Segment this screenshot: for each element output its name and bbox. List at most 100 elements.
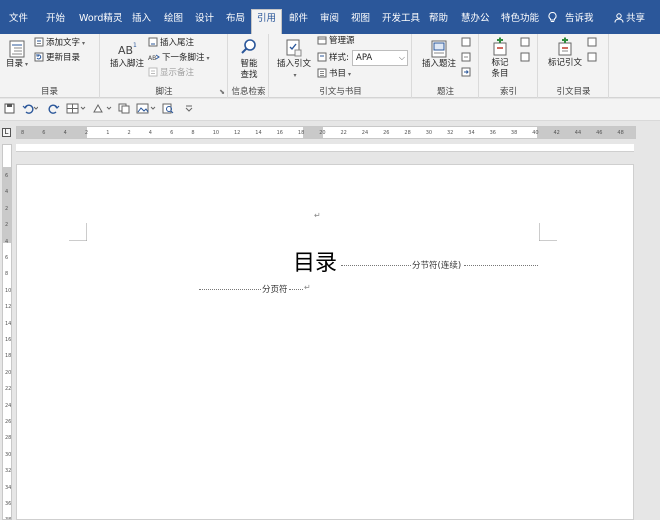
tab-draw[interactable]: 绘图 [159,10,188,30]
bibliography-icon [317,68,327,78]
ruler-tick-label: 12 [5,304,12,311]
tab-mailings[interactable]: 邮件 [284,10,313,30]
insert-caption-button[interactable]: 插入题注 [417,40,461,70]
tab-file[interactable]: 文件 [4,10,33,30]
ruler-tick-label: 30 [425,130,433,136]
smart-lookup-button[interactable]: 智能 查找 [232,38,266,81]
dialog-launcher-icon[interactable]: ⬊ [219,88,225,96]
tab-review[interactable]: 审阅 [315,10,344,30]
ruler-tick-label: 20 [5,369,12,376]
tab-layout[interactable]: 布局 [221,10,250,30]
tab-view[interactable]: 视图 [346,10,375,30]
table-icon [66,103,86,114]
bibliography-button[interactable]: 书目 ▾ [317,67,351,81]
show-notes-button[interactable]: 显示备注 [148,66,194,80]
picture-dropdown-button[interactable] [136,103,156,117]
horizontal-ruler[interactable]: 8 6 4 2 1 2 4 6 8 10 12 14 16 18 20 22 24 26 28 30 32 34 36 38 4… [16,126,636,139]
tab-special-features[interactable]: 特色功能 [496,10,544,30]
update-toc-icon [34,52,44,62]
document-page[interactable]: ↵ 目录 分节符(连续) 分页符 ↵ [16,164,634,520]
toc-heading[interactable]: 目录 [293,245,337,277]
mark-entry-label-line2: 条目 [491,69,509,79]
smart-lookup-label-line1: 智能 [240,59,258,69]
insert-index-button[interactable] [520,36,532,50]
undo-button[interactable] [22,103,38,117]
insert-toa-button[interactable] [587,36,599,50]
update-table-button[interactable] [461,51,473,65]
ruler-tick-label: 48 [617,130,624,136]
vertical-ruler[interactable]: 6422468101214161820222426283032343638 [2,144,12,520]
toc-button-label: 目录 [5,59,23,69]
group-captions: 插入题注 题注 [413,34,479,98]
tab-selector[interactable]: L [2,128,11,137]
insert-toa-icon [587,37,597,47]
ruler-tick-label: 24 [5,402,12,409]
bibliography-label: 书目 [329,69,347,79]
tab-references[interactable]: 引用 [251,9,283,34]
ruler-tick-label: 6 [170,130,174,136]
update-toc-button[interactable]: 更新目录 [34,51,80,65]
paragraph-mark: ↵ [314,211,321,220]
lightbulb-icon [548,11,557,22]
ruler-tick-label: 32 [447,130,454,136]
shape-dropdown-button[interactable] [92,103,112,117]
insert-endnote-button[interactable]: 插入尾注 [148,36,194,50]
next-footnote-button[interactable]: AB 下一条脚注 ▾ [148,51,210,65]
group-label-toc: 目录 [40,87,58,97]
tab-design[interactable]: 设计 [190,10,219,30]
ruler-tick-label: 12 [234,130,241,136]
ruler-tick-label: 16 [5,337,12,343]
ruler-tick-label: 22 [5,386,12,393]
update-toc-label: 更新目录 [46,53,81,63]
redo-icon [48,104,60,114]
tab-help[interactable]: 帮助 [424,10,453,30]
update-toa-button[interactable] [587,51,599,65]
cross-reference-button[interactable] [461,66,473,80]
undo-icon [22,104,38,114]
add-text-icon [34,37,44,47]
tab-developer[interactable]: 开发工具 [377,10,425,30]
manage-sources-button[interactable]: 管理源 [317,34,355,48]
mark-citation-button[interactable]: 标记引文 [543,37,587,69]
group-label-table-of-authorities: 引文目录 [556,87,591,97]
insert-table-of-figures-button[interactable] [461,36,473,50]
tab-word-wizard[interactable]: Word精灵 [74,10,127,30]
ruler-tick-label: 40 [532,130,539,136]
customize-qat-button[interactable] [184,103,194,117]
table-dropdown-button[interactable] [66,103,86,117]
chevron-down-icon [185,105,193,112]
citation-style-select[interactable]: APA ⌵ [352,50,408,66]
copy-format-button[interactable] [118,103,130,117]
copy-icon [118,103,130,114]
group-citations: 插入引文 ▾ 管理源 样式: 书目 ▾ 引文与书目 [270,34,412,98]
citation-style-value: APA [356,53,373,63]
shape-icon [93,103,112,113]
insert-citation-button[interactable]: 插入引文 ▾ [274,38,314,81]
next-footnote-label: 下一条脚注 [162,53,205,63]
manage-sources-label: 管理源 [329,36,355,46]
print-preview-button[interactable] [162,103,174,117]
section-break-label: 分节符(连续) [412,261,462,271]
insert-footnote-button[interactable]: AB 1 插入脚注 [107,40,147,70]
ruler-tick-label: 44 [574,130,582,136]
tell-me-search[interactable]: 告诉我 [548,10,594,24]
group-label-research: 信息检索 [231,87,266,97]
tab-home[interactable]: 开始 [41,10,70,30]
add-text-button[interactable]: 添加文字 ▾ [34,36,85,50]
share-button[interactable]: 共享 [614,10,645,24]
redo-button[interactable] [48,103,60,117]
smart-lookup-label-line2: 查找 [240,70,258,80]
tab-insert[interactable]: 插入 [127,10,156,30]
save-icon [4,103,15,114]
ruler-tick-label: 20 [319,130,326,136]
quick-access-toolbar [0,99,660,121]
toc-button[interactable]: 目录 ▾ [4,40,30,70]
ruler-tick-label: 4 [63,130,67,136]
update-index-button[interactable] [520,51,532,65]
chevron-down-icon: ⌵ [398,53,405,62]
next-footnote-icon-text: AB [148,55,156,62]
mark-entry-button[interactable]: 标记 条目 [484,37,516,80]
table-of-figures-icon [461,37,471,47]
save-button[interactable] [4,103,15,117]
tab-hui-office[interactable]: 慧办公 [456,10,495,30]
